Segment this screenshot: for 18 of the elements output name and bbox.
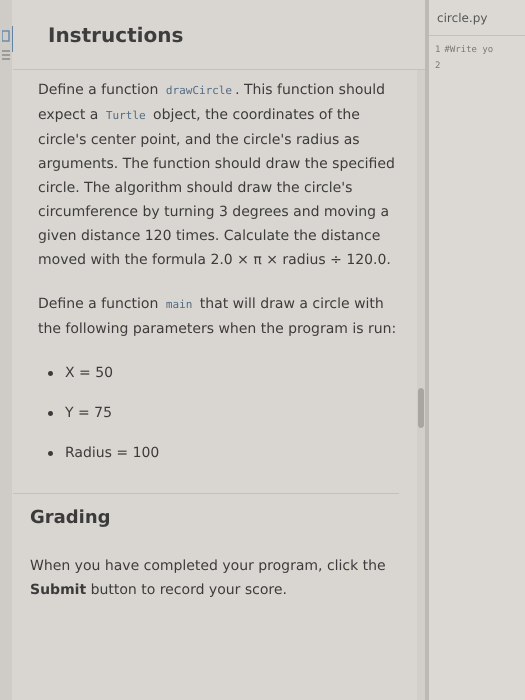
grading-text: When you have completed your program, click the Submit button to record your score. [30,557,387,600]
code-line: #Write yo [444,44,494,57]
bullet-icon [48,450,53,456]
grading-heading: Grading [30,506,112,530]
scrollbar-thumb[interactable] [418,388,424,428]
line-number: 2 [435,60,440,73]
bullet-icon [48,410,53,416]
instructions-heading: Instructions [48,22,184,48]
panel-icon[interactable] [2,30,10,42]
menu-icon[interactable] [2,50,10,60]
line-number: 1 [435,44,440,57]
instruction-paragraph: Define a function drawCircle . This function should expect a Turtle object, the coordinates of the circle's center point, and the circle's radius as arguments. The function should draw the specified circle. The algorithm should draw the circle's circumference by turning 3 degrees and moving a given distance 120 times. Calculate the distance moved with the formula 2.0 × π × radius ÷ 120.0. [38,81,396,270]
parameter-text: Y = 75 [65,404,112,423]
instruction-paragraph: Define a function main that will draw a circle with the following parameters when the program is run: [38,295,398,339]
parameter-text: Radius = 100 [65,444,160,463]
file-tab[interactable]: circle.py [437,8,488,26]
bullet-icon [48,370,53,376]
parameter-text: X = 50 [65,364,114,383]
